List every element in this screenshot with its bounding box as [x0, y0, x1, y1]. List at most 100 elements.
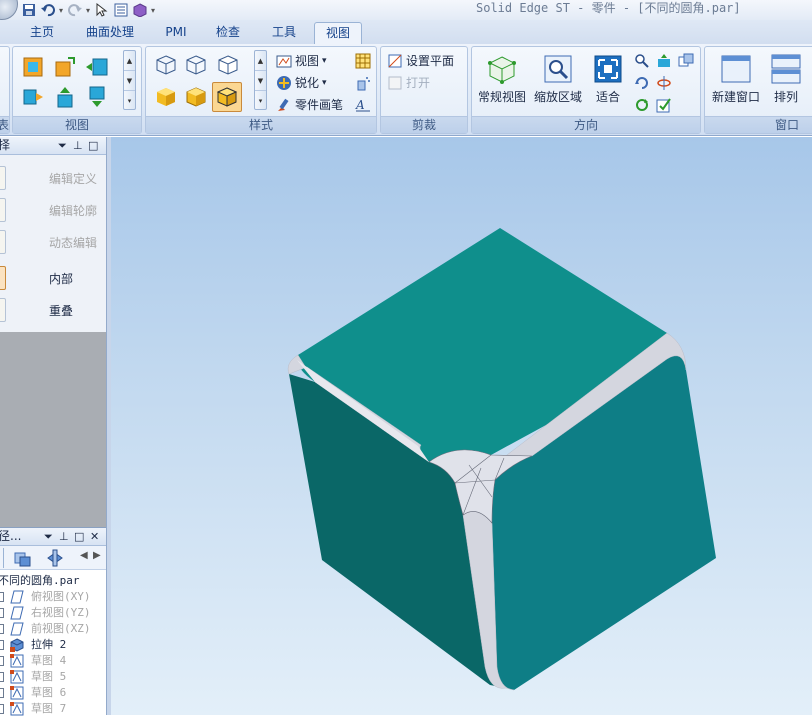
shaded-edges-cube-icon[interactable] [184, 85, 208, 109]
dynamic-edit-button[interactable] [0, 230, 6, 254]
customize-qat-icon[interactable]: ▾ [150, 3, 156, 17]
tree-item-label: 草图 6 [31, 686, 67, 699]
view-down-icon[interactable] [53, 85, 77, 109]
undo-icon[interactable] [39, 2, 56, 18]
tree-checkbox[interactable] [0, 688, 4, 698]
ribbon-group-window: 新建窗口 排列 窗口 [704, 46, 812, 134]
pane-dropdown-icon[interactable]: ⏷ [58, 137, 67, 154]
previous-view-icon[interactable] [676, 51, 696, 71]
view-up-icon[interactable] [85, 85, 109, 109]
tab-view[interactable]: 视图 [314, 22, 362, 44]
inside-button[interactable] [0, 266, 6, 290]
edit-definition-button[interactable] [0, 166, 6, 190]
group-label-clip: 剪裁 [381, 116, 467, 133]
model-canvas[interactable] [111, 137, 812, 715]
shaded-visible-edges-cube-icon[interactable] [212, 82, 242, 112]
tree-item-label: 俯视图(XY) [31, 590, 91, 603]
sketch-icon [10, 670, 24, 684]
clip-open-button[interactable]: 打开 [387, 73, 430, 93]
redo-icon[interactable] [66, 2, 83, 18]
tree-checkbox[interactable] [0, 704, 4, 714]
maximize-icon[interactable]: □ [74, 528, 84, 545]
refresh-view-icon[interactable] [632, 95, 652, 115]
tree-checkbox[interactable] [0, 640, 4, 650]
pin-icon[interactable]: ⊥ [59, 528, 69, 545]
cmd-dynamic-edit[interactable]: 动态编辑 [0, 228, 106, 256]
visible-edges-cube-icon[interactable] [216, 53, 240, 77]
cmd-edit-profile[interactable]: 编辑轮廓 [0, 196, 106, 224]
new-window-button[interactable]: 新建窗口 [705, 53, 767, 119]
sharpen-label: 锐化 [295, 76, 320, 90]
hidden-edges-cube-icon[interactable] [184, 53, 208, 77]
part-icon[interactable] [131, 2, 148, 18]
edit-profile-button[interactable] [0, 198, 6, 222]
cmd-overlap[interactable]: 重叠 [0, 296, 106, 324]
arrange-button[interactable]: 排列 [767, 53, 805, 119]
tree-checkbox[interactable] [0, 592, 4, 602]
features-tab-icon[interactable] [14, 549, 32, 570]
scroll-left-icon[interactable]: ◀ [80, 550, 88, 561]
properties-icon[interactable] [112, 2, 129, 18]
ribbon-group-style: ▲ ▼ ▾ 视图 ▾ 锐化 ▾ 零件画笔 A 样式 [145, 46, 377, 134]
spray-icon[interactable] [353, 73, 373, 93]
arrange-icon [769, 53, 803, 85]
application-button[interactable] [0, 0, 18, 20]
grid-settings-icon[interactable] [353, 51, 373, 71]
tree-checkbox[interactable] [0, 656, 4, 666]
view-style-icon [276, 55, 292, 68]
zoom-icon[interactable] [632, 51, 652, 71]
common-views-button[interactable]: 常规视图 [474, 53, 530, 119]
style-gallery-scroller[interactable]: ▲ ▼ ▾ [254, 50, 267, 110]
common-views-label: 常规视图 [477, 90, 526, 104]
tree-tab-left-edge[interactable] [0, 548, 4, 568]
pane-dropdown-icon[interactable]: ⏷ [44, 528, 53, 545]
tab-pmi[interactable]: PMI [158, 22, 194, 44]
graphics-viewport[interactable] [111, 137, 812, 715]
cmd-edit-definition[interactable]: 编辑定义 [0, 164, 106, 192]
ribbon-group-clip: 设置平面 打开 剪裁 [380, 46, 468, 134]
tab-inspect[interactable]: 检查 [206, 22, 250, 44]
close-icon[interactable]: ✕ [90, 528, 99, 545]
dynamic-edit-label: 动态编辑 [49, 236, 98, 250]
spin-about-icon[interactable] [654, 73, 674, 93]
sharpen-menu[interactable]: 锐化 ▾ [276, 73, 327, 93]
select-pane-header: 择 ⏷ ⊥ □ [0, 137, 106, 155]
shaded-cube-icon[interactable] [154, 85, 178, 109]
pin-icon[interactable]: ⊥ [73, 137, 83, 154]
undo-dropdown-icon[interactable]: ▾ [58, 3, 64, 17]
view-check-icon[interactable] [654, 95, 674, 115]
view-add-icon[interactable] [53, 55, 77, 79]
tree-checkbox[interactable] [0, 624, 4, 634]
view-style-menu[interactable]: 视图 ▾ [276, 51, 327, 71]
fit-button[interactable]: 适合 [582, 53, 634, 119]
tab-tools[interactable]: 工具 [262, 22, 306, 44]
cmd-inside[interactable]: 内部 [0, 264, 106, 292]
zoom-area-button[interactable]: 缩放区域 [530, 53, 586, 119]
scroll-right-icon[interactable]: ▶ [93, 550, 101, 561]
edit-profile-label: 编辑轮廓 [49, 204, 98, 218]
layers-tab-icon[interactable] [46, 549, 64, 570]
tree-checkbox[interactable] [0, 608, 4, 618]
rotate-icon[interactable] [632, 73, 652, 93]
clip-open-label: 打开 [406, 76, 431, 90]
wireframe-cube-icon[interactable] [154, 53, 178, 77]
overlap-button[interactable] [0, 298, 6, 322]
redo-dropdown-icon[interactable]: ▾ [85, 3, 91, 17]
part-painter-button[interactable]: 零件画笔 [276, 95, 343, 115]
view-gallery-scroller[interactable]: ▲ ▼ ▾ [123, 50, 136, 110]
select-icon[interactable] [93, 2, 110, 18]
view-sync-icon[interactable] [21, 85, 45, 109]
tab-surfacing[interactable]: 曲面处理 [78, 22, 142, 44]
pan-icon[interactable] [654, 51, 674, 71]
save-icon[interactable] [20, 2, 37, 18]
set-plane-button[interactable]: 设置平面 [387, 51, 454, 71]
view-tile-icon[interactable] [85, 55, 109, 79]
view-window-icon[interactable] [21, 55, 45, 79]
maximize-icon[interactable]: □ [88, 137, 98, 154]
tab-home[interactable]: 主页 [20, 22, 64, 44]
text-style-icon[interactable]: A [353, 95, 373, 115]
chevron-down-icon: ▾ [322, 56, 327, 66]
reference-plane-icon [10, 622, 24, 636]
tree-checkbox[interactable] [0, 672, 4, 682]
ribbon-group-view: ▲ ▼ ▾ 视图 [12, 46, 142, 134]
